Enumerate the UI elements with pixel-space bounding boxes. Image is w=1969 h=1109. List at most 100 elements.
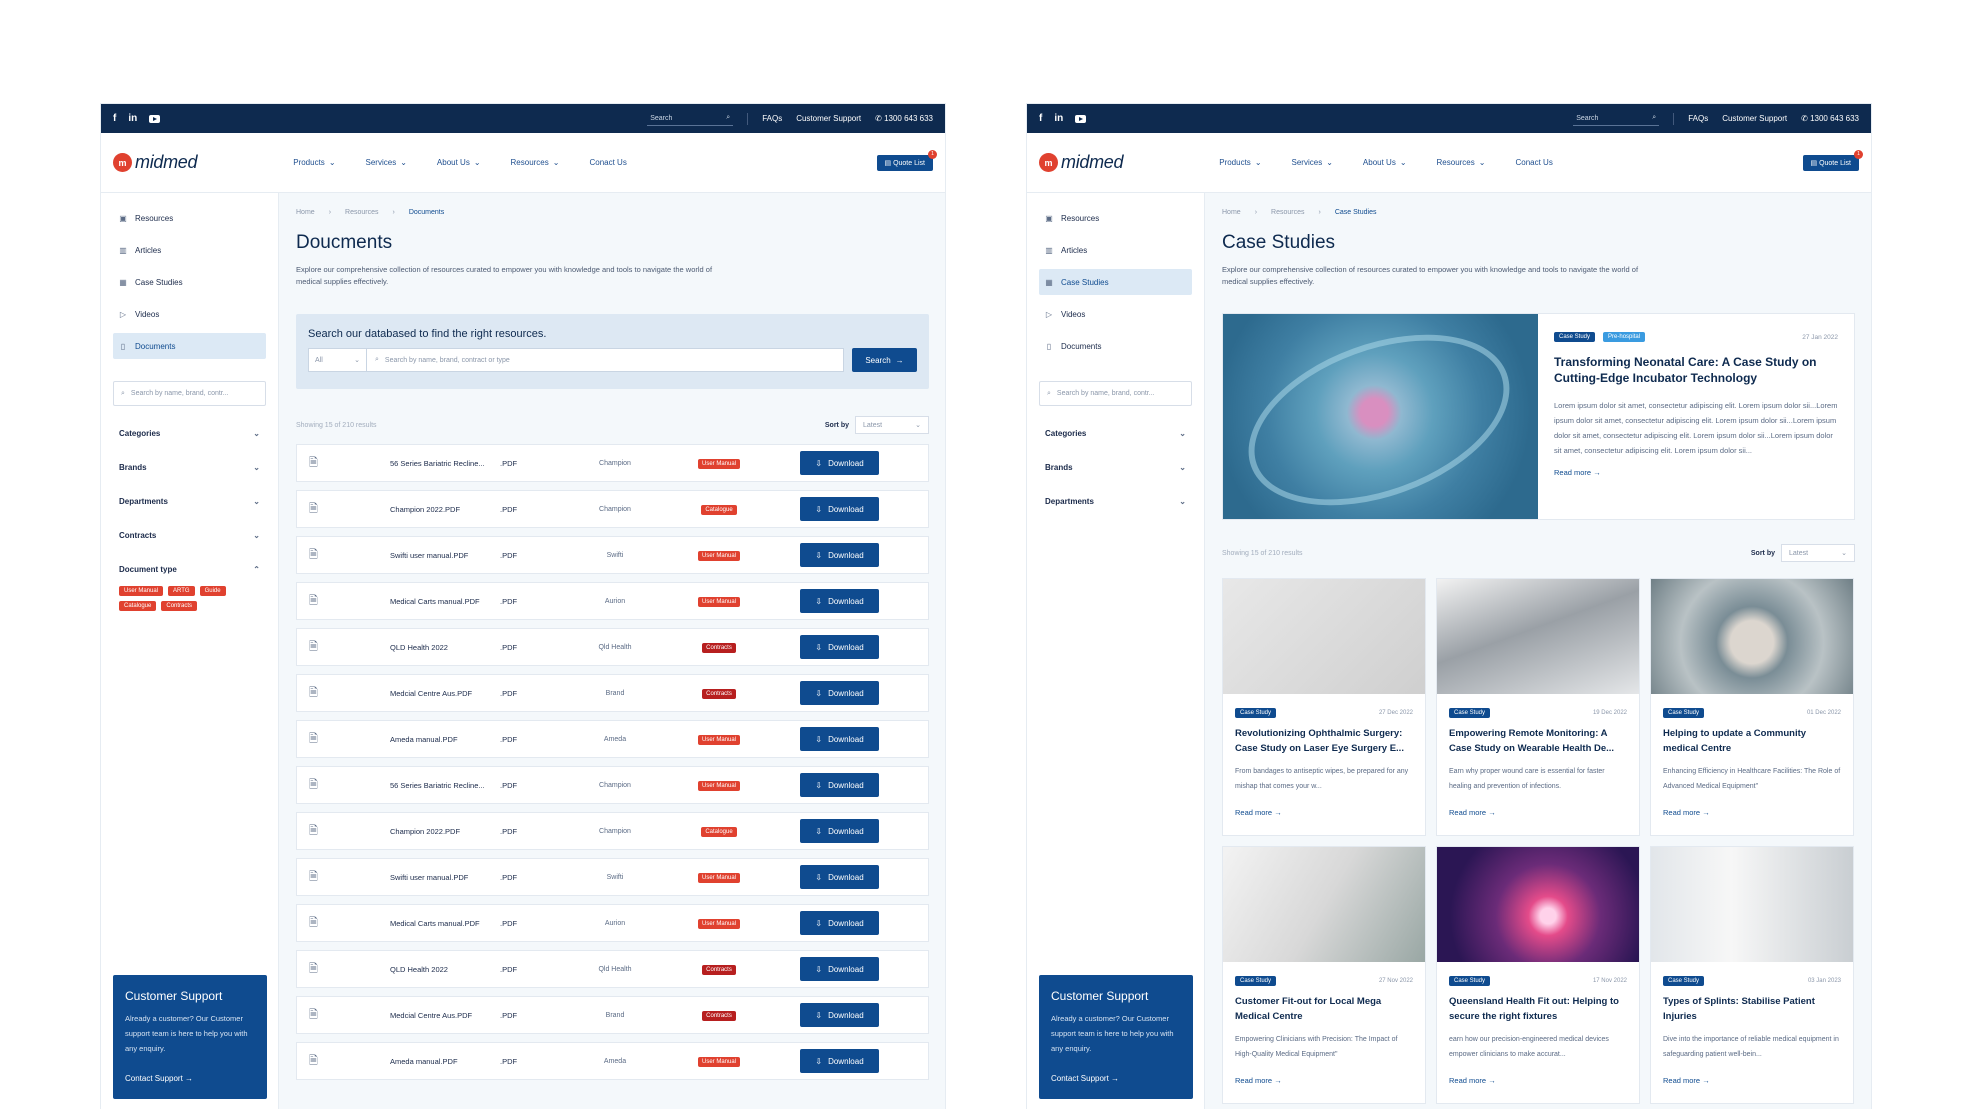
- sidebar-item-resources[interactable]: ▣ Resources: [1039, 205, 1192, 231]
- sort-select[interactable]: Latest ⌄: [855, 416, 929, 434]
- download-button[interactable]: ⇩ Download: [800, 1003, 879, 1027]
- customer-support-link[interactable]: Customer Support: [1722, 114, 1787, 123]
- nav-products[interactable]: Products ⌄: [293, 158, 335, 167]
- phone-link[interactable]: ✆ 1300 643 633: [875, 114, 933, 123]
- nav-resources[interactable]: Resources ⌄: [511, 158, 560, 167]
- filter-document-type[interactable]: Document type ⌃: [113, 552, 266, 586]
- featured-read-more-link[interactable]: Read more →: [1554, 468, 1838, 477]
- filter-categories[interactable]: Categories ⌄: [113, 416, 266, 450]
- logo[interactable]: m midmed: [1039, 152, 1124, 173]
- nav-about[interactable]: About Us ⌄: [1363, 158, 1407, 167]
- tag-catalogue[interactable]: Catalogue: [119, 601, 157, 611]
- document-name[interactable]: Medcial Centre Aus.PDF: [390, 1011, 500, 1020]
- case-study-card[interactable]: Case Study 17 Nov 2022 Queensland Health F…: [1436, 846, 1640, 1104]
- tag-contracts[interactable]: Contracts: [161, 601, 198, 611]
- faqs-link[interactable]: FAQs: [762, 114, 782, 123]
- sidebar-item-case-studies[interactable]: ▦ Case Studies: [113, 269, 266, 295]
- contact-support-link[interactable]: Contact Support →: [125, 1074, 255, 1083]
- document-name[interactable]: Medcial Centre Aus.PDF: [390, 689, 500, 698]
- read-more-link[interactable]: Read more →: [1663, 808, 1841, 817]
- logo[interactable]: m midmed: [113, 152, 198, 173]
- linkedin-icon[interactable]: in: [1054, 113, 1063, 124]
- download-button[interactable]: ⇩ Download: [800, 957, 879, 981]
- document-name[interactable]: QLD Health 2022: [390, 643, 500, 652]
- document-name[interactable]: Champion 2022.PDF: [390, 827, 500, 836]
- youtube-icon[interactable]: [149, 114, 161, 123]
- sidebar-search-input[interactable]: ⌕ Search by name, brand, contr...: [113, 381, 266, 406]
- sidebar-item-documents[interactable]: ▯ Documents: [113, 333, 266, 359]
- download-button[interactable]: ⇩ Download: [800, 681, 879, 705]
- read-more-link[interactable]: Read more →: [1235, 1076, 1413, 1085]
- phone-link[interactable]: ✆ 1300 643 633: [1801, 114, 1859, 123]
- download-button[interactable]: ⇩ Download: [800, 589, 879, 613]
- download-button[interactable]: ⇩ Download: [800, 911, 879, 935]
- search-button[interactable]: Search →: [852, 348, 917, 372]
- filter-departments[interactable]: Departments ⌄: [113, 484, 266, 518]
- download-button[interactable]: ⇩ Download: [800, 497, 879, 521]
- sort-select[interactable]: Latest ⌄: [1781, 544, 1855, 562]
- download-button[interactable]: ⇩ Download: [800, 773, 879, 797]
- document-name[interactable]: Champion 2022.PDF: [390, 505, 500, 514]
- crumb-resources[interactable]: Resources: [1271, 209, 1304, 216]
- download-button[interactable]: ⇩ Download: [800, 819, 879, 843]
- linkedin-icon[interactable]: in: [128, 113, 137, 124]
- nav-contact[interactable]: Conact Us: [1515, 158, 1552, 167]
- facebook-icon[interactable]: f: [113, 113, 116, 124]
- case-study-card[interactable]: Case Study 03 Jan 2023 Types of Splints: S…: [1650, 846, 1854, 1104]
- filter-categories[interactable]: Categories ⌄: [1039, 416, 1192, 450]
- nav-services[interactable]: Services ⌄: [1292, 158, 1333, 167]
- filter-departments[interactable]: Departments ⌄: [1039, 484, 1192, 518]
- nav-about[interactable]: About Us ⌄: [437, 158, 481, 167]
- case-study-card[interactable]: Case Study 27 Nov 2022 Customer Fit-out fo…: [1222, 846, 1426, 1104]
- document-name[interactable]: 56 Series Bariatric Recline...: [390, 781, 500, 790]
- crumb-resources[interactable]: Resources: [345, 209, 378, 216]
- nav-products[interactable]: Products ⌄: [1219, 158, 1261, 167]
- read-more-link[interactable]: Read more →: [1663, 1076, 1841, 1085]
- top-search-input[interactable]: Search ⌕: [647, 111, 734, 126]
- nav-services[interactable]: Services ⌄: [366, 158, 407, 167]
- document-name[interactable]: Ameda manual.PDF: [390, 1057, 500, 1066]
- crumb-home[interactable]: Home: [296, 209, 315, 216]
- document-name[interactable]: QLD Health 2022: [390, 965, 500, 974]
- top-search-input[interactable]: Search ⌕: [1573, 111, 1660, 126]
- document-name[interactable]: Medical Carts manual.PDF: [390, 919, 500, 928]
- quote-list-button[interactable]: ▤ Quote List 1: [1802, 149, 1863, 171]
- filter-brands[interactable]: Brands ⌄: [113, 450, 266, 484]
- contact-support-link[interactable]: Contact Support →: [1051, 1074, 1181, 1083]
- resource-search-input[interactable]: ⌕ Search by name, brand, contract or type: [367, 356, 510, 364]
- document-name[interactable]: Ameda manual.PDF: [390, 735, 500, 744]
- nav-resources[interactable]: Resources ⌄: [1437, 158, 1486, 167]
- read-more-link[interactable]: Read more →: [1235, 808, 1413, 817]
- filter-brands[interactable]: Brands ⌄: [1039, 450, 1192, 484]
- read-more-link[interactable]: Read more →: [1449, 808, 1627, 817]
- youtube-icon[interactable]: [1075, 114, 1087, 123]
- sidebar-item-articles[interactable]: ▥ Articles: [113, 237, 266, 263]
- download-button[interactable]: ⇩ Download: [800, 543, 879, 567]
- filter-contracts[interactable]: Contracts ⌄: [113, 518, 266, 552]
- document-name[interactable]: Swifti user manual.PDF: [390, 551, 500, 560]
- sidebar-item-videos[interactable]: ▷ Videos: [1039, 301, 1192, 327]
- tag-guide[interactable]: Guide: [199, 586, 226, 596]
- read-more-link[interactable]: Read more →: [1449, 1076, 1627, 1085]
- sidebar-item-resources[interactable]: ▣ Resources: [113, 205, 266, 231]
- sidebar-search-input[interactable]: ⌕ Search by name, brand, contr...: [1039, 381, 1192, 406]
- case-study-card[interactable]: Case Study 27 Dec 2022 Revolutionizing Oph…: [1222, 578, 1426, 836]
- download-button[interactable]: ⇩ Download: [800, 865, 879, 889]
- sidebar-item-videos[interactable]: ▷ Videos: [113, 301, 266, 327]
- download-button[interactable]: ⇩ Download: [800, 451, 879, 475]
- search-type-select[interactable]: All ⌄: [309, 349, 367, 371]
- sidebar-item-documents[interactable]: ▯ Documents: [1039, 333, 1192, 359]
- download-button[interactable]: ⇩ Download: [800, 1049, 879, 1073]
- tag-user-manual[interactable]: User Manual: [119, 586, 164, 596]
- sidebar-item-case-studies[interactable]: ▦ Case Studies: [1039, 269, 1192, 295]
- tag-artg[interactable]: ARTG: [168, 586, 195, 596]
- download-button[interactable]: ⇩ Download: [800, 727, 879, 751]
- case-study-card[interactable]: Case Study 19 Dec 2022 Empowering Remote M…: [1436, 578, 1640, 836]
- download-button[interactable]: ⇩ Download: [800, 635, 879, 659]
- document-name[interactable]: Swifti user manual.PDF: [390, 873, 500, 882]
- nav-contact[interactable]: Conact Us: [589, 158, 626, 167]
- facebook-icon[interactable]: f: [1039, 113, 1042, 124]
- sidebar-item-articles[interactable]: ▥ Articles: [1039, 237, 1192, 263]
- document-name[interactable]: Medical Carts manual.PDF: [390, 597, 500, 606]
- customer-support-link[interactable]: Customer Support: [796, 114, 861, 123]
